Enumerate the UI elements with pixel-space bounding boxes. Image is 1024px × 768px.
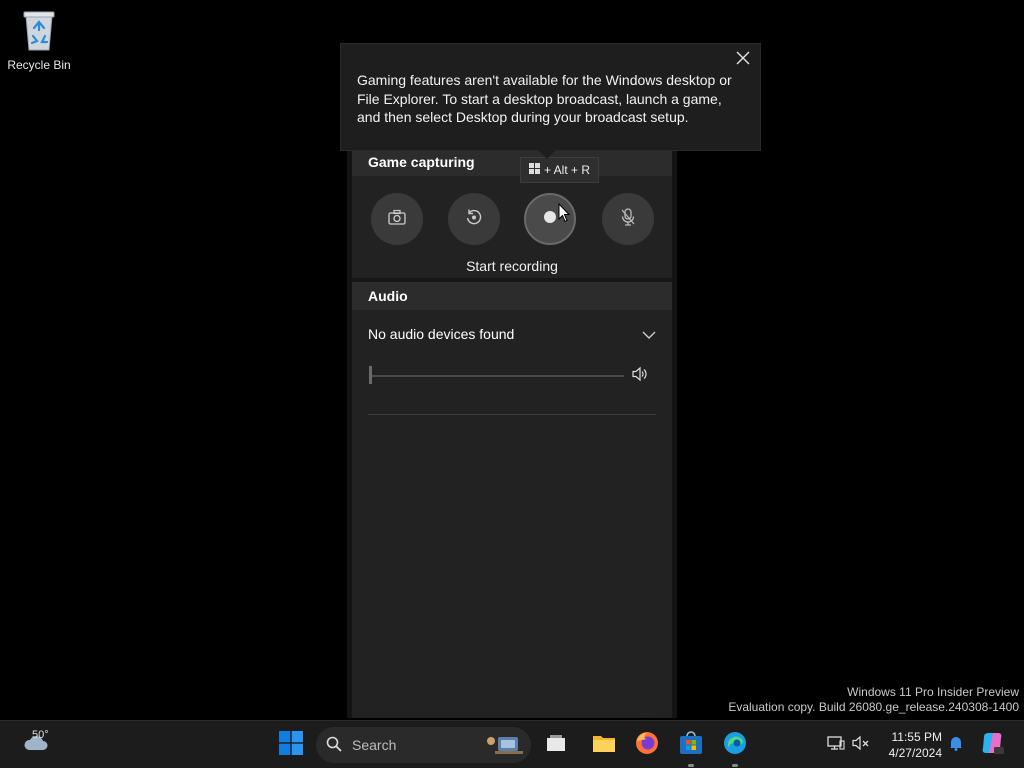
watermark-edition: Windows 11 Pro Insider Preview xyxy=(847,685,1019,699)
file-explorer-button[interactable] xyxy=(588,727,620,763)
copilot-button[interactable] xyxy=(978,727,1006,763)
record-icon xyxy=(543,210,557,229)
edge-button[interactable] xyxy=(719,727,751,767)
firefox-button[interactable] xyxy=(631,727,663,763)
copilot-icon xyxy=(980,731,1004,760)
audio-heading: Audio xyxy=(352,282,672,310)
edge-icon xyxy=(723,731,747,760)
taskbar: 50° Search 11:55 PM 4/27/2024 xyxy=(0,720,1024,768)
search-placeholder: Search xyxy=(352,737,397,753)
notice-pointer xyxy=(538,150,556,159)
clock-time: 11:55 PM xyxy=(891,730,942,744)
bell-icon xyxy=(949,735,963,756)
close-icon xyxy=(736,51,750,70)
volume-slider[interactable] xyxy=(352,358,672,394)
recycle-bin-label: Recycle Bin xyxy=(7,58,71,72)
game-capturing-heading: Game capturing xyxy=(352,148,672,176)
notice-message: Gaming features aren't available for the… xyxy=(357,72,732,126)
watermark-build: Evaluation copy. Build 26080.ge_release.… xyxy=(728,700,1019,714)
start-button[interactable] xyxy=(274,727,308,763)
speaker-muted-icon xyxy=(852,735,870,756)
windows-key-icon xyxy=(529,163,540,177)
volume-slider-thumb[interactable] xyxy=(369,366,372,384)
game-bar-capture-widget: Game capturing + Alt + R Start recording… xyxy=(347,148,677,718)
weather-temperature: 50° xyxy=(32,729,49,741)
clock-date: 4/27/2024 xyxy=(888,746,942,760)
replay-icon xyxy=(465,208,483,231)
monitor-network-icon xyxy=(827,735,845,756)
screenshot-button[interactable] xyxy=(371,193,423,245)
network-tray-icon[interactable] xyxy=(826,727,846,763)
camera-icon xyxy=(388,209,406,230)
game-capturing-section: Game capturing + Alt + R Start recording xyxy=(352,148,672,282)
section-divider xyxy=(368,414,656,415)
running-indicator xyxy=(688,764,694,767)
audio-device-dropdown[interactable]: No audio devices found xyxy=(352,310,672,358)
windows-logo-icon xyxy=(279,730,303,760)
volume-tray-icon[interactable] xyxy=(851,727,871,763)
chevron-down-icon xyxy=(642,326,656,342)
taskbar-search-box[interactable]: Search xyxy=(316,727,531,763)
firefox-icon xyxy=(635,731,659,760)
volume-slider-track xyxy=(370,375,624,377)
recycle-bin-icon xyxy=(21,8,57,52)
record-last-button[interactable] xyxy=(448,193,500,245)
evaluation-watermark: Windows 11 Pro Insider Preview Evaluatio… xyxy=(728,685,1019,715)
clock[interactable]: 11:55 PM 4/27/2024 xyxy=(880,729,942,761)
store-icon xyxy=(679,730,703,760)
capture-widget-body: Game capturing + Alt + R Start recording… xyxy=(352,148,672,718)
notice-close-button[interactable] xyxy=(733,50,753,70)
shortcut-tooltip: + Alt + R xyxy=(520,157,600,183)
speaker-icon[interactable] xyxy=(632,366,648,387)
shortcut-text: + Alt + R xyxy=(544,163,591,177)
mic-off-icon xyxy=(620,207,636,231)
capture-action-caption: Start recording xyxy=(466,258,558,274)
audio-device-value: No audio devices found xyxy=(368,326,515,342)
search-highlight-icon xyxy=(485,733,525,757)
recycle-bin-shortcut[interactable]: Recycle Bin xyxy=(6,8,72,72)
audio-section: Audio No audio devices found xyxy=(352,282,672,394)
microsoft-store-button[interactable] xyxy=(674,727,708,767)
task-view-icon xyxy=(546,734,566,757)
notifications-button[interactable] xyxy=(946,727,966,763)
task-view-button[interactable] xyxy=(540,727,572,763)
running-indicator xyxy=(732,764,738,767)
search-icon xyxy=(326,736,342,755)
gaming-unavailable-notice: Gaming features aren't available for the… xyxy=(340,43,761,159)
mouse-pointer-icon xyxy=(558,202,571,228)
folder-icon xyxy=(592,733,616,758)
microphone-toggle-button[interactable] xyxy=(602,193,654,245)
